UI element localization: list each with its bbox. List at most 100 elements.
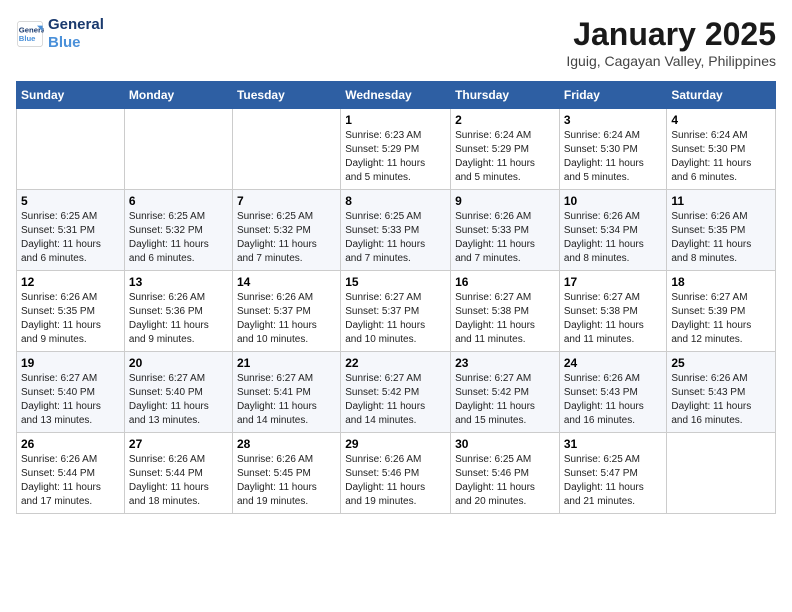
day-info: Sunrise: 6:24 AMSunset: 5:30 PMDaylight:…	[671, 129, 771, 185]
day-number: 22	[345, 356, 446, 370]
day-info: Sunrise: 6:25 AMSunset: 5:46 PMDaylight:…	[455, 453, 555, 509]
day-info: Sunrise: 6:26 AMSunset: 5:36 PMDaylight:…	[129, 291, 228, 347]
title-block: January 2025 Iguig, Cagayan Valley, Phil…	[566, 16, 776, 69]
month-title: January 2025	[566, 16, 776, 53]
day-number: 6	[129, 194, 228, 208]
day-info: Sunrise: 6:26 AMSunset: 5:35 PMDaylight:…	[671, 210, 771, 266]
calendar-cell: 4Sunrise: 6:24 AMSunset: 5:30 PMDaylight…	[667, 109, 776, 190]
day-info: Sunrise: 6:25 AMSunset: 5:33 PMDaylight:…	[345, 210, 446, 266]
logo: General Blue GeneralBlue	[16, 16, 104, 52]
calendar-cell: 8 Sunrise: 6:25 AMSunset: 5:33 PMDaylight…	[341, 190, 451, 271]
calendar-cell: 10Sunrise: 6:26 AMSunset: 5:34 PMDayligh…	[559, 190, 667, 271]
calendar-cell: 13 Sunrise: 6:26 AMSunset: 5:36 PMDayligh…	[124, 271, 232, 352]
day-number: 20	[129, 356, 228, 370]
calendar-table: SundayMondayTuesdayWednesdayThursdayFrid…	[16, 81, 776, 514]
day-number: 18	[671, 275, 771, 289]
location: Iguig, Cagayan Valley, Philippines	[566, 53, 776, 69]
day-number: 15	[345, 275, 446, 289]
day-number: 26	[21, 437, 120, 451]
day-number: 5	[21, 194, 120, 208]
calendar-cell: 2 Sunrise: 6:24 AMSunset: 5:29 PMDaylight…	[451, 109, 560, 190]
day-info: Sunrise: 6:27 AMSunset: 5:42 PMDaylight:…	[345, 372, 446, 428]
day-info: Sunrise: 6:25 AMSunset: 5:47 PMDaylight:…	[564, 453, 663, 509]
day-info: Sunrise: 6:26 AMSunset: 5:33 PMDaylight:…	[455, 210, 555, 266]
logo-icon: General Blue	[16, 20, 44, 48]
day-number: 7	[237, 194, 336, 208]
day-number: 14	[237, 275, 336, 289]
calendar-cell: 23Sunrise: 6:27 AMSunset: 5:42 PMDayligh…	[451, 352, 560, 433]
calendar-cell: 17 Sunrise: 6:27 AMSunset: 5:38 PMDayligh…	[559, 271, 667, 352]
column-header-thursday: Thursday	[451, 82, 560, 109]
calendar-cell	[124, 109, 232, 190]
day-number: 11	[671, 194, 771, 208]
calendar-cell: 5Sunrise: 6:25 AMSunset: 5:31 PMDaylight…	[17, 190, 125, 271]
day-info: Sunrise: 6:24 AMSunset: 5:30 PMDaylight:…	[564, 129, 663, 185]
day-number: 31	[564, 437, 663, 451]
column-header-monday: Monday	[124, 82, 232, 109]
day-info: Sunrise: 6:26 AMSunset: 5:37 PMDaylight:…	[237, 291, 336, 347]
day-number: 16	[455, 275, 555, 289]
calendar-cell: 29Sunrise: 6:26 AMSunset: 5:46 PMDayligh…	[341, 433, 451, 514]
calendar-cell: 27 Sunrise: 6:26 AMSunset: 5:44 PMDayligh…	[124, 433, 232, 514]
day-info: Sunrise: 6:26 AMSunset: 5:45 PMDaylight:…	[237, 453, 336, 509]
day-number: 21	[237, 356, 336, 370]
calendar-cell: 21 Sunrise: 6:27 AMSunset: 5:41 PMDayligh…	[232, 352, 340, 433]
day-number: 30	[455, 437, 555, 451]
calendar-cell: 12 Sunrise: 6:26 AMSunset: 5:35 PMDayligh…	[17, 271, 125, 352]
day-info: Sunrise: 6:27 AMSunset: 5:41 PMDaylight:…	[237, 372, 336, 428]
day-info: Sunrise: 6:24 AMSunset: 5:29 PMDaylight:…	[455, 129, 555, 185]
calendar-cell: 16 Sunrise: 6:27 AMSunset: 5:38 PMDayligh…	[451, 271, 560, 352]
calendar-cell: 26 Sunrise: 6:26 AMSunset: 5:44 PMDayligh…	[17, 433, 125, 514]
day-info: Sunrise: 6:27 AMSunset: 5:40 PMDaylight:…	[21, 372, 120, 428]
day-info: Sunrise: 6:27 AMSunset: 5:39 PMDaylight:…	[671, 291, 771, 347]
calendar-cell: 15 Sunrise: 6:27 AMSunset: 5:37 PMDayligh…	[341, 271, 451, 352]
day-info: Sunrise: 6:26 AMSunset: 5:44 PMDaylight:…	[21, 453, 120, 509]
day-info: Sunrise: 6:27 AMSunset: 5:40 PMDaylight:…	[129, 372, 228, 428]
logo-text: GeneralBlue	[48, 16, 104, 52]
day-number: 17	[564, 275, 663, 289]
calendar-cell: 31 Sunrise: 6:25 AMSunset: 5:47 PMDayligh…	[559, 433, 667, 514]
page-header: General Blue GeneralBlue January 2025 Ig…	[16, 16, 776, 69]
day-number: 23	[455, 356, 555, 370]
day-number: 10	[564, 194, 663, 208]
day-info: Sunrise: 6:25 AMSunset: 5:32 PMDaylight:…	[129, 210, 228, 266]
day-info: Sunrise: 6:26 AMSunset: 5:35 PMDaylight:…	[21, 291, 120, 347]
calendar-cell	[232, 109, 340, 190]
day-info: Sunrise: 6:27 AMSunset: 5:38 PMDaylight:…	[564, 291, 663, 347]
column-header-sunday: Sunday	[17, 82, 125, 109]
day-number: 24	[564, 356, 663, 370]
calendar-cell: 1 Sunrise: 6:23 AMSunset: 5:29 PMDaylight…	[341, 109, 451, 190]
calendar-cell	[667, 433, 776, 514]
day-number: 19	[21, 356, 120, 370]
day-number: 1	[345, 113, 446, 127]
day-info: Sunrise: 6:26 AMSunset: 5:43 PMDaylight:…	[564, 372, 663, 428]
day-number: 13	[129, 275, 228, 289]
calendar-cell: 7Sunrise: 6:25 AMSunset: 5:32 PMDaylight…	[232, 190, 340, 271]
calendar-cell: 3 Sunrise: 6:24 AMSunset: 5:30 PMDaylight…	[559, 109, 667, 190]
calendar-cell: 11 Sunrise: 6:26 AMSunset: 5:35 PMDayligh…	[667, 190, 776, 271]
day-number: 8	[345, 194, 446, 208]
day-info: Sunrise: 6:26 AMSunset: 5:44 PMDaylight:…	[129, 453, 228, 509]
calendar-cell: 24 Sunrise: 6:26 AMSunset: 5:43 PMDayligh…	[559, 352, 667, 433]
day-number: 12	[21, 275, 120, 289]
calendar-cell: 19 Sunrise: 6:27 AMSunset: 5:40 PMDayligh…	[17, 352, 125, 433]
day-number: 28	[237, 437, 336, 451]
calendar-cell: 9 Sunrise: 6:26 AMSunset: 5:33 PMDaylight…	[451, 190, 560, 271]
day-number: 27	[129, 437, 228, 451]
calendar-cell: 18 Sunrise: 6:27 AMSunset: 5:39 PMDayligh…	[667, 271, 776, 352]
day-info: Sunrise: 6:27 AMSunset: 5:37 PMDaylight:…	[345, 291, 446, 347]
calendar-cell: 28 Sunrise: 6:26 AMSunset: 5:45 PMDayligh…	[232, 433, 340, 514]
calendar-cell: 22 Sunrise: 6:27 AMSunset: 5:42 PMDayligh…	[341, 352, 451, 433]
day-number: 9	[455, 194, 555, 208]
calendar-cell: 20 Sunrise: 6:27 AMSunset: 5:40 PMDayligh…	[124, 352, 232, 433]
day-info: Sunrise: 6:23 AMSunset: 5:29 PMDaylight:…	[345, 129, 446, 185]
day-number: 25	[671, 356, 771, 370]
day-number: 29	[345, 437, 446, 451]
day-number: 3	[564, 113, 663, 127]
column-header-friday: Friday	[559, 82, 667, 109]
day-info: Sunrise: 6:26 AMSunset: 5:43 PMDaylight:…	[671, 372, 771, 428]
day-number: 2	[455, 113, 555, 127]
day-info: Sunrise: 6:27 AMSunset: 5:38 PMDaylight:…	[455, 291, 555, 347]
calendar-cell: 25 Sunrise: 6:26 AMSunset: 5:43 PMDayligh…	[667, 352, 776, 433]
column-header-saturday: Saturday	[667, 82, 776, 109]
